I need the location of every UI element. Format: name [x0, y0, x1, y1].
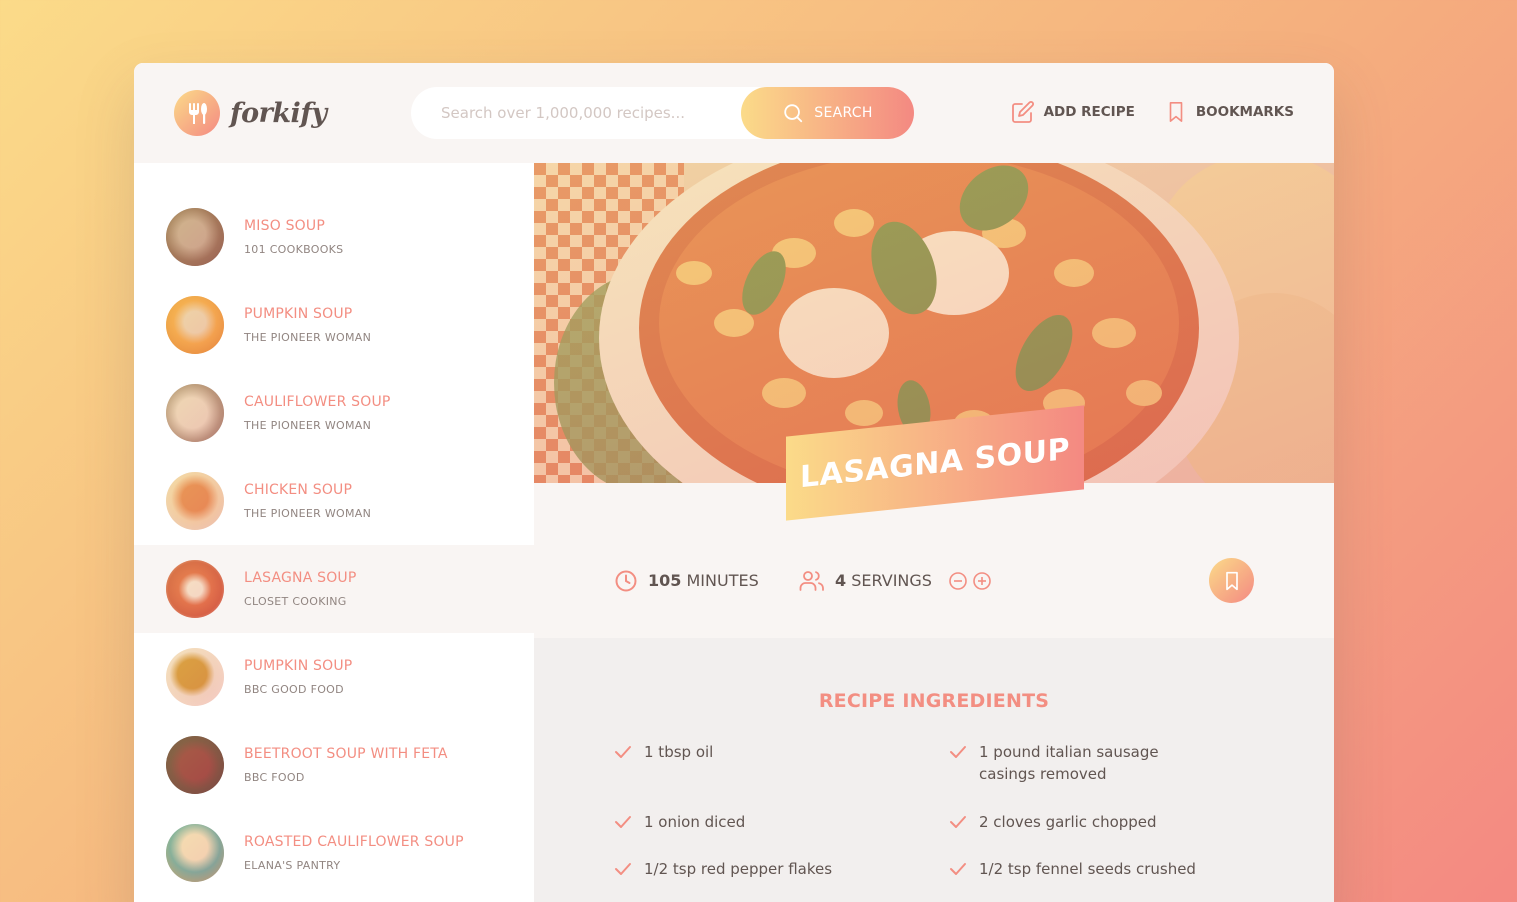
recipe-ingredients: RECIPE INGREDIENTS 1 tbsp oil 1 pound it… — [534, 638, 1334, 902]
ingredient-text: 1 tbsp oil — [644, 743, 714, 761]
ingredient-item: 1/2 tsp fennel seeds crushed — [949, 858, 1209, 880]
result-item-active[interactable]: LASAGNA SOUP CLOSET COOKING — [134, 545, 534, 633]
add-recipe-label: ADD RECIPE — [1043, 104, 1135, 120]
minutes-value: 105 — [648, 571, 682, 590]
search-results: MISO SOUP 101 COOKBOOKS PUMPKIN SOUP THE… — [134, 163, 534, 902]
ingredient-item: 1 onion diced — [614, 811, 874, 833]
check-icon — [950, 816, 966, 828]
result-item[interactable]: ROASTED CAULIFLOWER SOUP ELANA'S PANTRY — [134, 809, 534, 897]
bookmark-icon — [1169, 102, 1183, 122]
check-icon — [615, 816, 631, 828]
ingredient-text: 1 pound italian sausage casings removed — [979, 743, 1159, 783]
recipe-thumbnail — [166, 472, 224, 530]
result-publisher: THE PIONEER WOMAN — [244, 419, 372, 432]
result-title: CAULIFLOWER SOUP — [244, 394, 391, 410]
result-item[interactable]: PUMPKIN SOUP THE PIONEER WOMAN — [134, 281, 534, 369]
result-publisher: 101 COOKBOOKS — [244, 243, 344, 256]
recipe-thumbnail — [166, 384, 224, 442]
check-icon — [950, 746, 966, 758]
ingredient-item: 1 tbsp oil — [614, 741, 874, 763]
ingredient-item: 2 cloves garlic chopped — [949, 811, 1209, 833]
result-item[interactable]: MISO SOUP 101 COOKBOOKS — [134, 193, 534, 281]
recipe-thumbnail — [166, 648, 224, 706]
recipe-thumbnail — [166, 560, 224, 618]
ingredient-text: 1/2 tsp red pepper flakes — [644, 860, 833, 878]
recipe-thumbnail — [166, 208, 224, 266]
users-icon — [799, 570, 824, 591]
nav: ADD RECIPE BOOKMARKS — [1011, 100, 1294, 124]
add-recipe-button[interactable]: ADD RECIPE — [1011, 100, 1135, 124]
search-input[interactable] — [441, 104, 731, 122]
recipe-thumbnail — [166, 296, 224, 354]
app-container: forkify SEARCH ADD RECIPE — [134, 63, 1334, 902]
result-publisher: BBC GOOD FOOD — [244, 683, 344, 696]
bookmarks-label: BOOKMARKS — [1195, 104, 1294, 120]
result-publisher: BBC FOOD — [244, 771, 305, 784]
result-publisher: CLOSET COOKING — [244, 595, 347, 608]
result-title: BEETROOT SOUP WITH FETA — [244, 746, 448, 762]
check-icon — [950, 863, 966, 875]
ingredient-text: 1 onion diced — [644, 813, 746, 831]
check-icon — [615, 863, 631, 875]
result-publisher: THE PIONEER WOMAN — [244, 331, 372, 344]
plus-circle-icon[interactable] — [972, 571, 992, 591]
logo-text: forkify — [230, 97, 327, 129]
servings: 4 SERVINGS — [799, 558, 992, 603]
fork-knife-icon — [174, 90, 220, 136]
result-title: PUMPKIN SOUP — [244, 306, 353, 322]
result-title: ROASTED CAULIFLOWER SOUP — [244, 834, 464, 850]
search-icon — [784, 104, 803, 123]
result-item[interactable]: BEETROOT SOUP WITH FETA BBC FOOD — [134, 721, 534, 809]
recipe-thumbnail — [166, 824, 224, 882]
clock-icon — [615, 570, 637, 591]
ingredients-heading: RECIPE INGREDIENTS — [818, 690, 1050, 712]
search-button-label: SEARCH — [814, 105, 873, 121]
search-form: SEARCH — [411, 87, 914, 139]
recipe-thumbnail — [166, 736, 224, 794]
ingredient-text: 2 cloves garlic chopped — [979, 813, 1157, 831]
ingredient-item: 1 pound italian sausage casings removed — [949, 741, 1209, 785]
logo[interactable]: forkify — [174, 90, 327, 136]
servings-value: 4 — [835, 571, 847, 590]
result-publisher: ELANA'S PANTRY — [244, 859, 341, 872]
recipe-title-text: LASAGNA SOUP — [799, 431, 1070, 495]
result-publisher: THE PIONEER WOMAN — [244, 507, 372, 520]
result-title: MISO SOUP — [244, 218, 325, 234]
check-icon — [615, 746, 631, 758]
result-title: PUMPKIN SOUP — [244, 658, 353, 674]
search-button[interactable]: SEARCH — [741, 87, 914, 139]
servings-label: SERVINGS — [851, 571, 932, 590]
edit-icon — [1011, 101, 1034, 123]
ingredient-item: 1/2 tsp red pepper flakes — [614, 858, 874, 880]
ingredient-text: 1/2 tsp fennel seeds crushed — [979, 860, 1196, 878]
recipe-view: LASAGNA SOUP 105 MINUTES 4 SERVINGS RECI… — [534, 163, 1334, 902]
recipe-bookmark-button[interactable] — [1209, 558, 1254, 603]
result-title: LASAGNA SOUP — [244, 570, 357, 586]
header: forkify SEARCH ADD RECIPE — [134, 63, 1334, 163]
cooking-time: 105 MINUTES — [614, 558, 759, 603]
result-item[interactable]: CAULIFLOWER SOUP THE PIONEER WOMAN — [134, 369, 534, 457]
bookmark-icon — [1225, 571, 1238, 590]
result-item[interactable]: CHICKEN SOUP THE PIONEER WOMAN — [134, 457, 534, 545]
bookmarks-button[interactable]: BOOKMARKS — [1165, 100, 1294, 124]
minus-circle-icon[interactable] — [948, 571, 968, 591]
result-title: CHICKEN SOUP — [244, 482, 353, 498]
result-item[interactable]: PUMPKIN SOUP BBC GOOD FOOD — [134, 633, 534, 721]
minutes-label: MINUTES — [686, 571, 759, 590]
